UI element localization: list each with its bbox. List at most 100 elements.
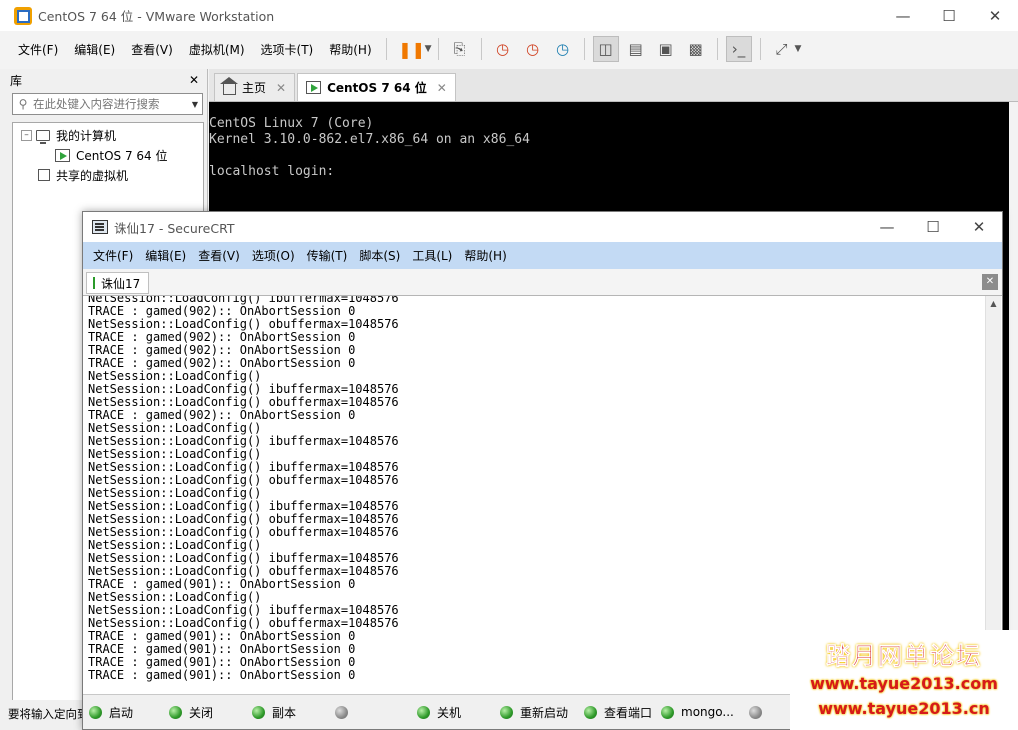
tree-label: 我的计算机	[56, 128, 117, 143]
menu-edit[interactable]: 编辑(E)	[139, 247, 192, 264]
menu-help[interactable]: 帮助(H)	[321, 41, 379, 58]
show-library-icon[interactable]: ◫	[592, 36, 619, 62]
menu-options[interactable]: 选项(O)	[246, 247, 301, 264]
toolbar-divider	[437, 38, 439, 60]
watermark-url: www.tayue2013.cn	[818, 699, 990, 718]
button-bar-item[interactable]: 重新启动	[500, 704, 584, 721]
button-bar-item[interactable]	[749, 705, 779, 719]
library-header: 库 ✕	[0, 69, 207, 91]
session-tab-label: 诛仙17	[101, 276, 141, 291]
tree-item-my-computer[interactable]: – 我的计算机	[13, 125, 203, 145]
green-led-icon	[500, 705, 513, 719]
maximize-button[interactable]: ☐	[910, 212, 956, 242]
console-view-icon[interactable]: ›_	[725, 36, 752, 62]
watermark-url: www.tayue2013.com	[810, 674, 998, 693]
home-icon	[220, 77, 238, 95]
button-bar-item[interactable]	[335, 705, 417, 719]
unity-icon[interactable]: ▩	[683, 36, 709, 62]
button-bar-item[interactable]: 关机	[417, 704, 500, 721]
tab-home[interactable]: 主页 ✕	[214, 73, 296, 101]
computer-icon	[36, 129, 50, 144]
close-tab-icon[interactable]: ✕	[982, 274, 998, 290]
menu-view[interactable]: 查看(V)	[192, 247, 246, 264]
close-button[interactable]: ✕	[956, 212, 1002, 242]
tree-label: 共享的虚拟机	[56, 168, 129, 183]
button-label: 重新启动	[520, 705, 569, 720]
tab-label: 主页	[242, 81, 267, 95]
button-bar-item[interactable]: 查看端口	[584, 704, 661, 721]
console-line: localhost login:	[209, 164, 335, 179]
gray-led-icon	[335, 705, 348, 719]
menu-tools[interactable]: 工具(L)	[406, 247, 458, 264]
securecrt-window-title: 诛仙17 - SecureCRT	[114, 220, 235, 236]
tab-close-icon[interactable]: ✕	[276, 81, 286, 95]
menu-vm[interactable]: 虚拟机(M)	[181, 41, 253, 58]
chevron-down-icon[interactable]: ▼	[188, 100, 202, 109]
vmware-window-title: CentOS 7 64 位 - VMware Workstation	[38, 9, 275, 24]
button-label: 查看端口	[604, 705, 653, 720]
button-label: 关机	[437, 705, 462, 720]
pause-vm-icon[interactable]: ❚❚	[398, 36, 425, 62]
maximize-button[interactable]: ☐	[926, 0, 972, 31]
securecrt-logo-icon	[92, 220, 108, 234]
library-close-icon[interactable]: ✕	[189, 73, 199, 87]
shared-vm-icon	[38, 169, 50, 181]
button-bar-item[interactable]: 关闭	[169, 704, 252, 721]
toolbar-divider	[480, 38, 482, 60]
button-label: 副本	[272, 705, 297, 720]
send-ctrl-alt-del-icon[interactable]: ⎘	[447, 36, 473, 62]
collapse-icon[interactable]: –	[21, 129, 32, 141]
vmware-logo-icon	[14, 6, 32, 25]
vmware-window-controls: — ☐ ✕	[880, 0, 1018, 31]
tab-close-icon[interactable]: ✕	[437, 81, 447, 95]
vm-running-icon	[55, 148, 70, 162]
chevron-down-icon[interactable]: ▼	[425, 44, 432, 54]
library-search-input[interactable]	[33, 97, 188, 111]
menu-edit[interactable]: 编辑(E)	[66, 41, 123, 58]
menu-file[interactable]: 文件(F)	[10, 41, 66, 58]
snapshot-take-icon[interactable]: ◷	[490, 36, 516, 62]
session-tab[interactable]: 诛仙17	[86, 272, 150, 294]
forum-watermark: 踏月网单论坛 www.tayue2013.com www.tayue2013.c…	[790, 630, 1018, 730]
minimize-button[interactable]: —	[880, 0, 926, 31]
menu-script[interactable]: 脚本(S)	[353, 247, 406, 264]
library-title: 库	[10, 73, 23, 88]
scroll-up-icon[interactable]: ▲	[986, 296, 1001, 312]
vm-running-icon	[306, 81, 322, 94]
tab-centos[interactable]: CentOS 7 64 位 ✕	[297, 73, 456, 101]
close-button[interactable]: ✕	[972, 0, 1018, 31]
watermark-title: 踏月网单论坛	[826, 642, 982, 671]
button-bar-item[interactable]: 副本	[252, 704, 335, 721]
toolbar-power-group: ❚❚ ▼	[397, 36, 432, 62]
tree-item-shared-vms[interactable]: 共享的虚拟机	[13, 165, 203, 185]
menu-tabs[interactable]: 选项卡(T)	[253, 41, 322, 58]
library-search: ⚲ ▼	[12, 93, 203, 115]
green-led-icon	[169, 705, 182, 719]
menu-view[interactable]: 查看(V)	[123, 41, 181, 58]
securecrt-tabbar: 诛仙17 ✕	[83, 269, 1002, 296]
green-led-icon	[89, 705, 102, 719]
button-bar-item[interactable]: mongo...	[661, 705, 749, 719]
menu-transfer[interactable]: 传输(T)	[301, 247, 354, 264]
snapshot-revert-icon[interactable]: ◷	[520, 36, 546, 62]
gray-led-icon	[749, 705, 762, 719]
full-screen-icon[interactable]: ▣	[653, 36, 679, 62]
toolbar-divider	[583, 38, 585, 60]
button-bar-item[interactable]: 启动	[89, 704, 169, 721]
minimize-button[interactable]: —	[864, 212, 910, 242]
tree-item-centos-vm[interactable]: CentOS 7 64 位	[13, 145, 203, 165]
menu-file[interactable]: 文件(F)	[87, 247, 139, 264]
snapshot-manager-icon[interactable]: ◷	[550, 36, 576, 62]
tree-label: CentOS 7 64 位	[76, 148, 168, 163]
console-line: CentOS Linux 7 (Core)	[209, 116, 374, 131]
toolbar-divider	[716, 38, 718, 60]
chevron-down-icon[interactable]: ▼	[795, 44, 802, 54]
stretch-guest-icon[interactable]: ⤢	[769, 36, 795, 62]
menu-help[interactable]: 帮助(H)	[458, 247, 512, 264]
search-icon: ⚲	[18, 97, 28, 111]
green-led-icon	[584, 705, 597, 719]
securecrt-titlebar: 诛仙17 - SecureCRT — ☐ ✕	[83, 212, 1002, 242]
button-label: 启动	[109, 705, 134, 720]
thumbnail-bar-icon[interactable]: ▤	[623, 36, 649, 62]
